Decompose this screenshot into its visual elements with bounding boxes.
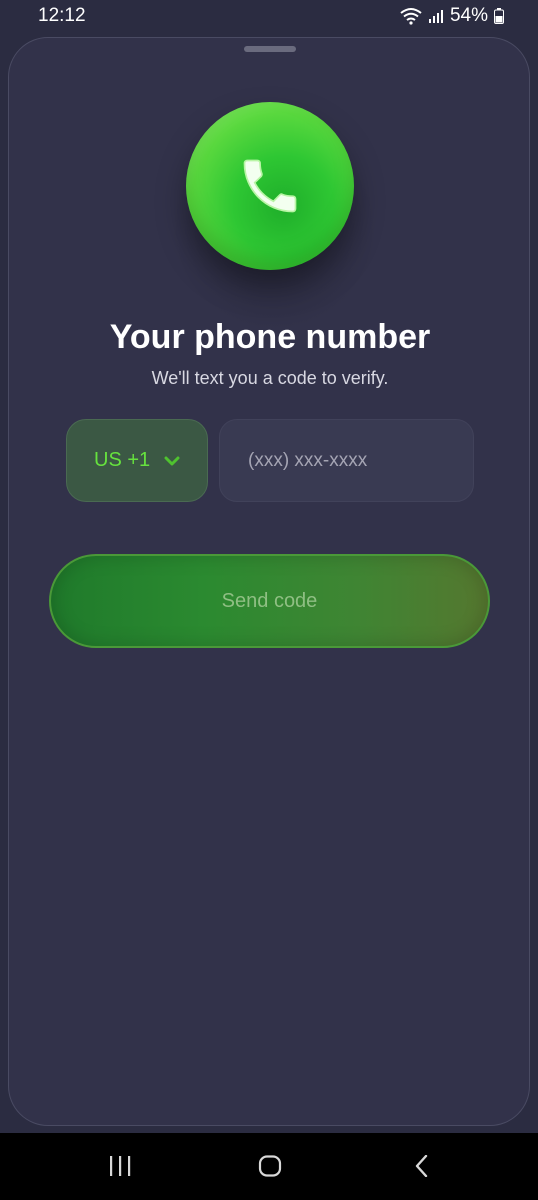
signal-icon (428, 8, 444, 24)
back-icon[interactable] (412, 1155, 432, 1177)
drag-handle[interactable] (244, 46, 296, 52)
send-code-button[interactable]: Send code (49, 554, 490, 648)
country-code-label: US +1 (94, 449, 151, 471)
screen: 12:12 54% Your phone number We'll text y… (0, 0, 538, 1200)
phone-number-input[interactable] (219, 419, 474, 502)
navigation-bar (0, 1133, 538, 1200)
country-code-select[interactable]: US +1 (66, 419, 208, 502)
battery-icon (494, 8, 504, 24)
wifi-icon (400, 7, 422, 25)
status-bar: 12:12 54% (0, 0, 538, 34)
status-icons: 54% (400, 5, 504, 27)
page-subtitle: We'll text you a code to verify. (151, 368, 389, 388)
page-title: Your phone number (109, 318, 431, 356)
recent-apps-icon[interactable] (108, 1155, 132, 1177)
phone-logo (186, 102, 354, 270)
status-time: 12:12 (38, 5, 86, 26)
battery-label: 54% (449, 5, 488, 26)
chevron-down-icon (164, 456, 180, 466)
home-icon[interactable] (258, 1155, 282, 1177)
phone-sheet: Your phone number We'll text you a code … (8, 37, 530, 1126)
